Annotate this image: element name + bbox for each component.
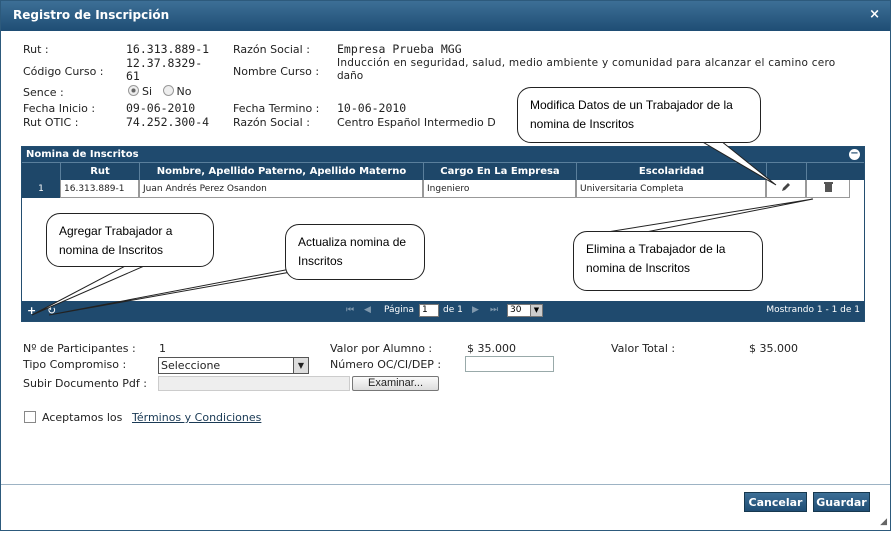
terms-link[interactable]: Términos y Condiciones <box>132 411 261 424</box>
terms-text: Aceptamos los <box>42 411 123 424</box>
cancel-button[interactable]: Cancelar <box>744 492 807 512</box>
participantes-value: 1 <box>159 342 166 355</box>
valor-total-value: $ 35.000 <box>749 342 798 355</box>
tipo-compromiso-select[interactable]: Seleccione ▼ <box>158 357 309 374</box>
terms-checkbox[interactable] <box>24 411 36 423</box>
callout-agregar: Agregar Trabajador a nomina de Inscritos <box>46 213 214 267</box>
tipo-compromiso-label: Tipo Compromiso : <box>23 358 127 371</box>
valor-alumno-label: Valor por Alumno : <box>330 342 433 355</box>
participantes-label: Nº de Participantes : <box>23 342 136 355</box>
valor-total-label: Valor Total : <box>611 342 676 355</box>
callout-elimina: Elimina a Trabajador de la nomina de Ins… <box>573 231 763 291</box>
subir-documento-label: Subir Documento Pdf : <box>23 377 147 390</box>
valor-alumno-value: $ 35.000 <box>467 342 516 355</box>
registration-dialog: Registro de Inscripción × Rut : 16.313.8… <box>0 0 891 531</box>
callout-actualiza: Actualiza nomina de Inscritos <box>285 224 425 280</box>
examinar-button[interactable]: Examinar... <box>352 376 439 391</box>
file-path-input[interactable] <box>158 376 350 391</box>
footer-divider <box>1 484 890 485</box>
resize-grip-icon[interactable]: ◢ <box>880 517 887 527</box>
numero-oc-input[interactable] <box>465 356 554 372</box>
numero-oc-label: Número OC/CI/DEP : <box>330 358 442 371</box>
tipo-compromiso-value: Seleccione <box>161 359 221 372</box>
save-button[interactable]: Guardar <box>813 492 870 512</box>
chevron-down-icon: ▼ <box>293 358 308 373</box>
callout-modifica: Modifica Datos de un Trabajador de la no… <box>517 87 761 143</box>
